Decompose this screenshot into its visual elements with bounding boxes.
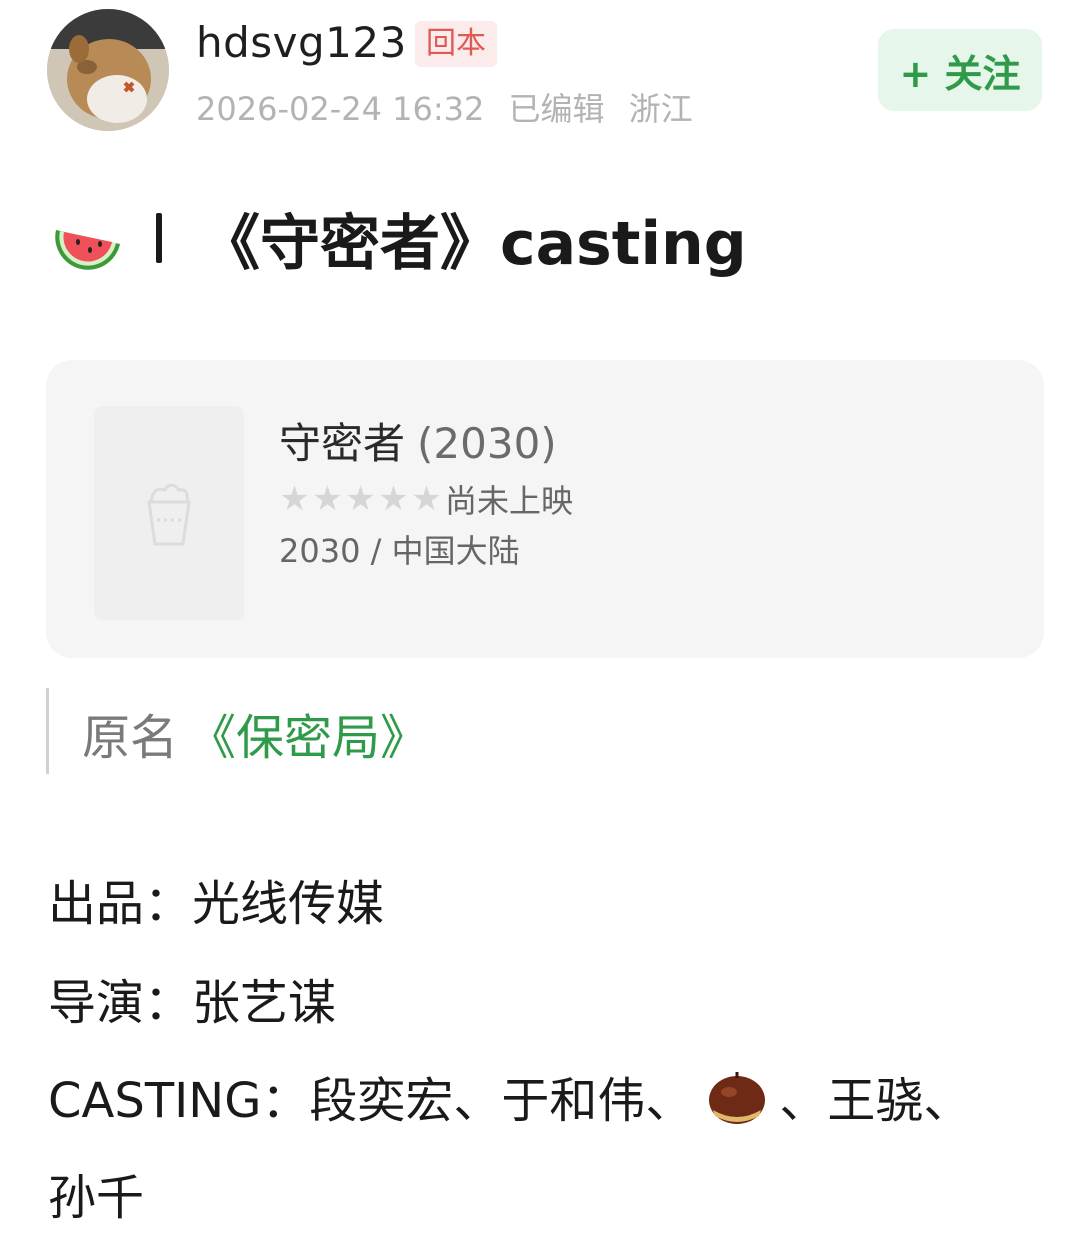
original-name-link[interactable]: 《保密局》 xyxy=(188,710,428,766)
post-page: hdsvg123 回本 2026-02-24 16:32 已编辑 浙江 + 关注… xyxy=(0,0,1090,1241)
username[interactable]: hdsvg123 xyxy=(196,18,407,67)
star-icon: ★ xyxy=(279,479,310,519)
post-title-row: 《守密者》casting xyxy=(50,196,747,280)
cast-names-1: 段奕宏、于和伟、 xyxy=(309,1073,694,1129)
popcorn-placeholder-icon xyxy=(147,483,191,546)
casting-label: CASTING： xyxy=(48,1073,310,1129)
movie-card[interactable]: 守密者 (2030) ★ ★ ★ ★ ★ 尚未上映 2030 / 中国大陆 xyxy=(46,360,1044,658)
original-name-label: 原名 xyxy=(82,710,179,766)
rating-text: 尚未上映 xyxy=(445,482,574,520)
movie-year: (2030) xyxy=(417,419,557,468)
post-title: 《守密者》casting xyxy=(200,208,747,279)
movie-poster-placeholder xyxy=(94,406,244,620)
star-icon: ★ xyxy=(312,479,343,519)
title-divider xyxy=(156,213,162,263)
chestnut-icon xyxy=(709,1072,766,1124)
edited-label: 已编辑 xyxy=(508,90,605,128)
movie-rating: ★ ★ ★ ★ ★ 尚未上映 xyxy=(278,476,573,522)
producer-line: 出品：光线传媒 xyxy=(48,876,385,932)
movie-title-line: 守密者 (2030) xyxy=(279,410,557,471)
quote-bar xyxy=(46,688,49,774)
cast-names-2: 、王骁、 xyxy=(779,1073,972,1129)
original-name-line: 原名 《保密局》 xyxy=(82,698,428,768)
star-icon: ★ xyxy=(411,479,442,519)
movie-title: 守密者 xyxy=(279,419,406,468)
watermelon-icon xyxy=(55,230,120,270)
location-label: 浙江 xyxy=(628,90,693,128)
star-icon: ★ xyxy=(345,479,376,519)
avatar-plush-image xyxy=(47,9,169,131)
movie-info: 2030 / 中国大陆 xyxy=(279,532,520,570)
casting-line-2: 孙千 xyxy=(48,1170,145,1226)
post-meta: 2026-02-24 16:32 已编辑 浙江 xyxy=(196,84,707,130)
author-badge: 回本 xyxy=(415,21,497,67)
avatar[interactable] xyxy=(47,9,169,131)
follow-button[interactable]: + 关注 xyxy=(878,29,1042,111)
director-line: 导演：张艺谋 xyxy=(48,975,337,1031)
casting-line: CASTING： 段奕宏、于和伟、 、王骁、 xyxy=(48,1061,971,1131)
post-timestamp: 2026-02-24 16:32 xyxy=(196,90,485,128)
star-icon: ★ xyxy=(378,479,409,519)
